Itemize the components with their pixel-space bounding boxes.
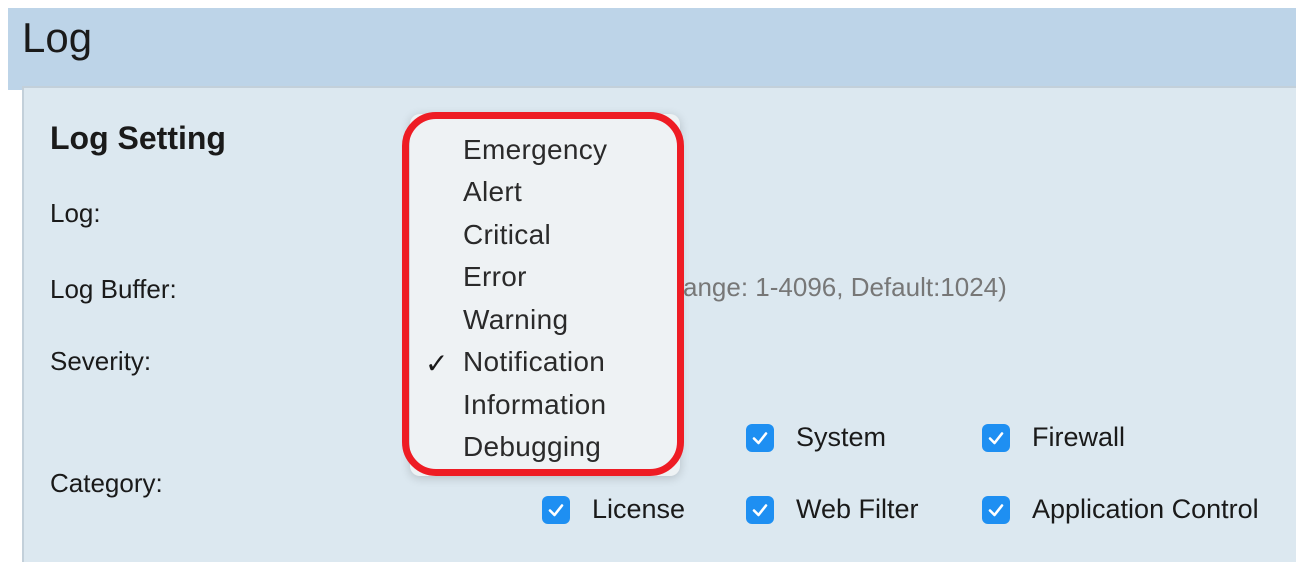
- severity-option-error[interactable]: Error: [463, 261, 527, 293]
- severity-dropdown-menu: [410, 114, 680, 476]
- category-web-filter[interactable]: Web Filter: [746, 494, 919, 525]
- log-label: Log:: [50, 198, 101, 228]
- severity-option-emergency[interactable]: Emergency: [463, 134, 607, 166]
- web-filter-checkbox[interactable]: [746, 495, 774, 524]
- severity-option-notification[interactable]: Notification: [463, 346, 605, 378]
- web-filter-label: Web Filter: [796, 494, 919, 524]
- category-system[interactable]: System: [746, 422, 886, 453]
- severity-option-information[interactable]: Information: [463, 389, 606, 421]
- checkmark-icon: [548, 503, 564, 516]
- severity-option-alert[interactable]: Alert: [463, 176, 522, 208]
- system-checkbox[interactable]: [746, 423, 774, 452]
- category-label: Category:: [50, 468, 163, 498]
- system-label: System: [796, 422, 887, 452]
- checkmark-icon: [752, 431, 768, 444]
- application-control-label: Application Control: [1032, 494, 1259, 524]
- firewall-checkbox[interactable]: [982, 423, 1010, 452]
- category-license[interactable]: License: [542, 494, 685, 525]
- license-label: License: [592, 494, 686, 524]
- severity-option-debugging[interactable]: Debugging: [463, 431, 601, 463]
- checkmark-icon: [752, 503, 768, 516]
- page-header: [8, 8, 1296, 90]
- selected-check-icon: ✓: [425, 347, 449, 380]
- severity-label: Severity:: [50, 346, 152, 376]
- license-checkbox[interactable]: [542, 495, 570, 524]
- severity-option-critical[interactable]: Critical: [463, 219, 551, 251]
- firewall-label: Firewall: [1032, 422, 1126, 452]
- checkmark-icon: [988, 431, 1004, 444]
- log-buffer-hint: ange: 1-4096, Default:1024): [683, 272, 1007, 302]
- application-control-checkbox[interactable]: [982, 495, 1010, 524]
- log-buffer-label: Log Buffer:: [50, 274, 177, 304]
- category-application-control[interactable]: Application Control: [982, 494, 1259, 525]
- section-title: Log Setting: [50, 120, 226, 156]
- severity-option-warning[interactable]: Warning: [463, 304, 568, 336]
- category-firewall[interactable]: Firewall: [982, 422, 1125, 453]
- page-title: Log: [22, 14, 93, 61]
- checkmark-icon: [988, 503, 1004, 516]
